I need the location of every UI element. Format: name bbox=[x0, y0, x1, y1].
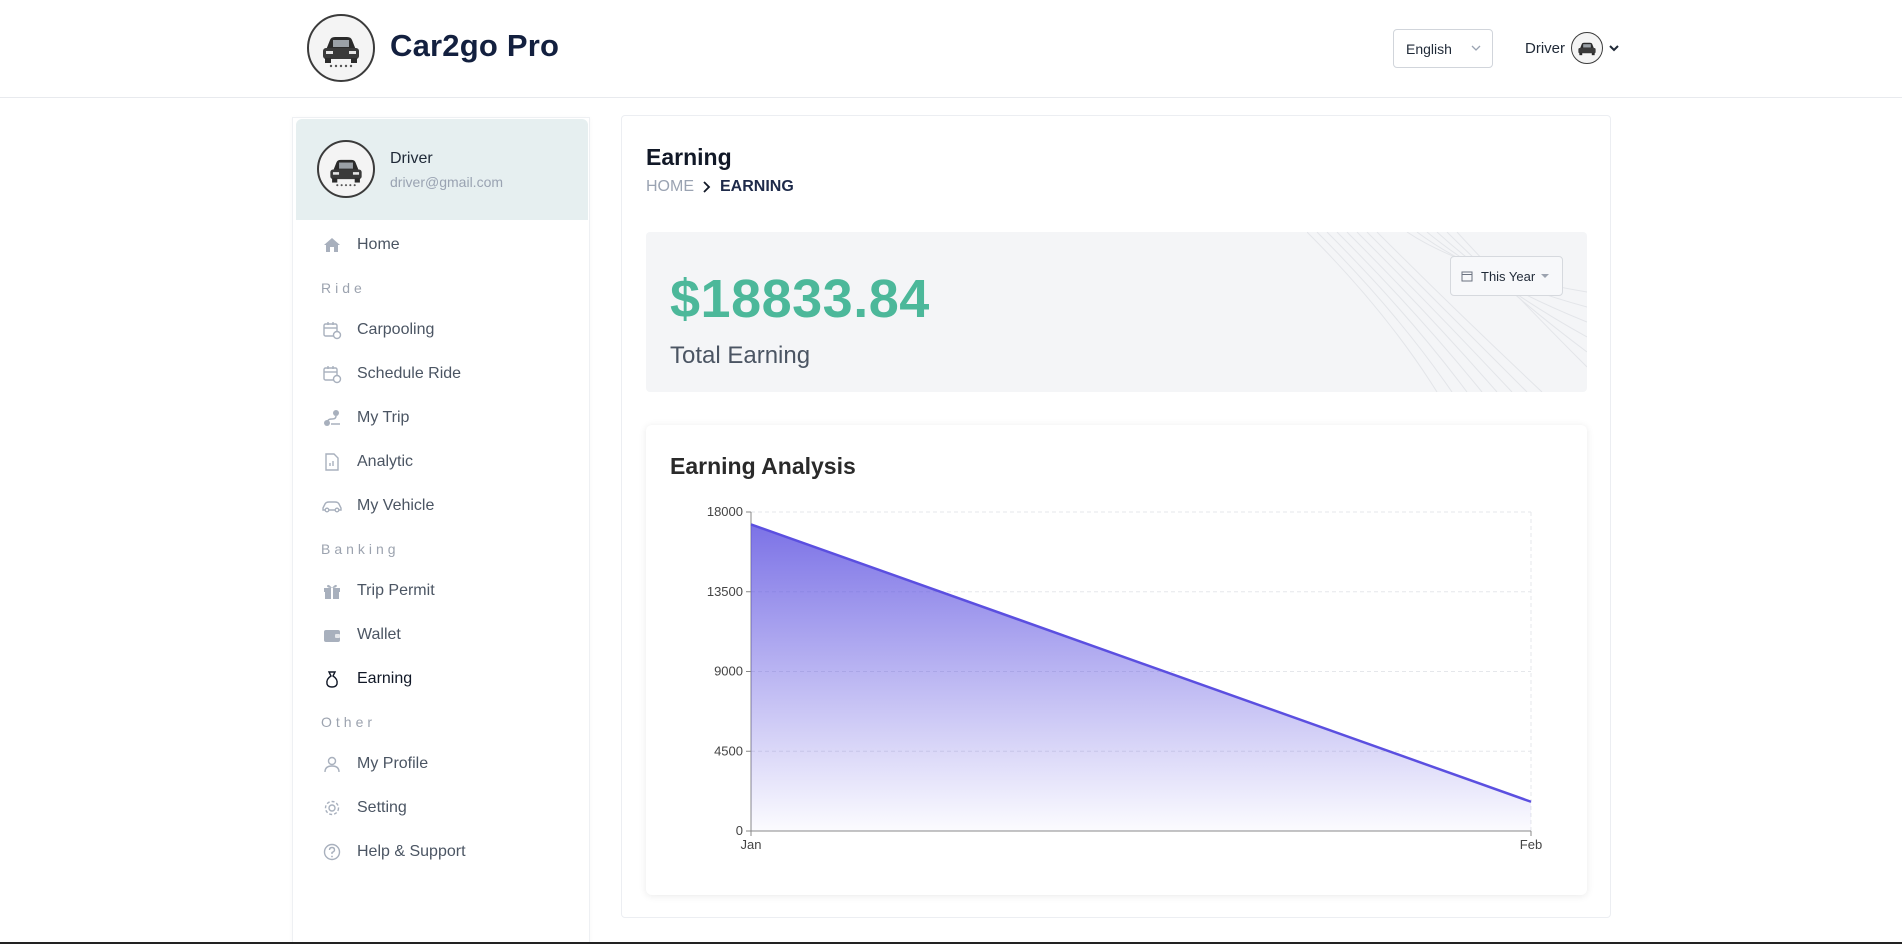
period-filter-label: This Year bbox=[1481, 268, 1536, 284]
earning-chart: 0 4500 9000 13500 18000 Jan Feb bbox=[707, 504, 1542, 852]
breadcrumb: HOME EARNING bbox=[646, 178, 794, 196]
profile-name: Driver bbox=[390, 150, 433, 167]
gift-icon bbox=[321, 580, 343, 602]
chevron-right-icon bbox=[703, 181, 711, 193]
main-content: Earning HOME EARNING $18833.84 Total Ear… bbox=[621, 115, 1611, 918]
logo[interactable] bbox=[307, 14, 375, 82]
help-icon bbox=[321, 841, 343, 863]
sidebar-item-schedule-ride[interactable]: Schedule Ride bbox=[321, 359, 461, 389]
route-icon bbox=[321, 407, 343, 429]
total-earning-amount: $18833.84 bbox=[670, 269, 930, 329]
wallet-icon bbox=[321, 624, 343, 646]
x-tick-label: Feb bbox=[1520, 837, 1542, 852]
sidebar-item-label: Trip Permit bbox=[357, 582, 435, 599]
y-tick-label: 18000 bbox=[707, 504, 743, 519]
total-earning-card: $18833.84 Total Earning This Year bbox=[646, 232, 1587, 392]
user-icon bbox=[321, 753, 343, 775]
sidebar-item-label: Analytic bbox=[357, 453, 414, 470]
sidebar-item-label: Earning bbox=[357, 670, 413, 687]
gear-icon bbox=[321, 797, 343, 819]
language-select[interactable]: English bbox=[1393, 29, 1493, 68]
car-icon bbox=[330, 159, 362, 186]
section-label-other: Other bbox=[321, 714, 377, 730]
top-header: Car2go Pro English Driver bbox=[0, 0, 1902, 98]
calendar-clock-icon bbox=[321, 363, 343, 385]
sidebar-item-label: My Vehicle bbox=[357, 497, 435, 514]
earning-analysis-card: Earning Analysis 0 4500 9000 13500 18000 Jan F… bbox=[646, 425, 1587, 895]
avatar bbox=[317, 140, 375, 198]
y-tick-label: 13500 bbox=[707, 584, 743, 599]
sidebar-item-my-profile[interactable]: My Profile bbox=[321, 749, 428, 779]
profile-card[interactable]: Driver driver@gmail.com bbox=[296, 119, 588, 220]
sidebar: Driver driver@gmail.com Home Ride Carpoo… bbox=[292, 117, 590, 944]
sidebar-item-label: Help & Support bbox=[357, 843, 466, 860]
sidebar-item-my-vehicle[interactable]: My Vehicle bbox=[321, 491, 434, 521]
sidebar-item-label: My Profile bbox=[357, 755, 429, 772]
section-label-banking: Banking bbox=[321, 541, 400, 557]
sidebar-item-label: Schedule Ride bbox=[357, 365, 462, 382]
calendar-icon bbox=[1461, 271, 1473, 282]
profile-email: driver@gmail.com bbox=[390, 174, 504, 190]
avatar bbox=[1571, 32, 1603, 64]
sidebar-item-label: Home bbox=[357, 236, 400, 253]
language-value: English bbox=[1406, 40, 1452, 57]
home-icon bbox=[321, 234, 343, 256]
breadcrumb-current: EARNING bbox=[720, 178, 794, 195]
sidebar-item-earning[interactable]: Earning bbox=[321, 664, 412, 694]
total-earning-label: Total Earning bbox=[670, 342, 811, 369]
sidebar-item-help-support[interactable]: Help & Support bbox=[321, 837, 466, 867]
section-label-ride: Ride bbox=[321, 280, 366, 296]
sidebar-item-wallet[interactable]: Wallet bbox=[321, 620, 401, 650]
user-menu[interactable]: Driver bbox=[1525, 30, 1621, 66]
y-tick-label: 0 bbox=[736, 823, 743, 838]
period-filter-button[interactable]: This Year bbox=[1450, 256, 1563, 296]
sidebar-item-label: Carpooling bbox=[357, 321, 435, 338]
y-tick-label: 4500 bbox=[714, 743, 743, 758]
sidebar-item-analytic[interactable]: Analytic bbox=[321, 447, 413, 477]
sidebar-item-setting[interactable]: Setting bbox=[321, 793, 407, 823]
sidebar-item-my-trip[interactable]: My Trip bbox=[321, 403, 409, 433]
series-area bbox=[751, 524, 1531, 831]
sidebar-item-trip-permit[interactable]: Trip Permit bbox=[321, 576, 435, 606]
sidebar-item-label: Setting bbox=[357, 799, 407, 816]
x-tick-label: Jan bbox=[741, 837, 762, 852]
sidebar-item-label: My Trip bbox=[357, 409, 410, 426]
breadcrumb-home[interactable]: HOME bbox=[646, 178, 694, 196]
calendar-clock-icon bbox=[321, 319, 343, 341]
page-title: Earning bbox=[646, 144, 732, 170]
car-icon bbox=[323, 37, 359, 68]
sidebar-item-label: Wallet bbox=[357, 626, 401, 643]
y-tick-label: 9000 bbox=[714, 664, 743, 679]
sidebar-item-home[interactable]: Home bbox=[321, 230, 400, 260]
sidebar-item-carpooling[interactable]: Carpooling bbox=[321, 315, 434, 345]
report-icon bbox=[321, 451, 343, 473]
user-menu-label: Driver bbox=[1525, 39, 1565, 57]
caret-down-icon bbox=[1541, 274, 1550, 278]
car-icon bbox=[321, 495, 343, 517]
brand-name[interactable]: Car2go Pro bbox=[390, 28, 559, 64]
car-icon bbox=[1578, 42, 1596, 56]
chevron-down-icon bbox=[1609, 45, 1619, 52]
chevron-down-icon bbox=[1471, 45, 1481, 51]
money-bag-icon bbox=[321, 668, 343, 690]
